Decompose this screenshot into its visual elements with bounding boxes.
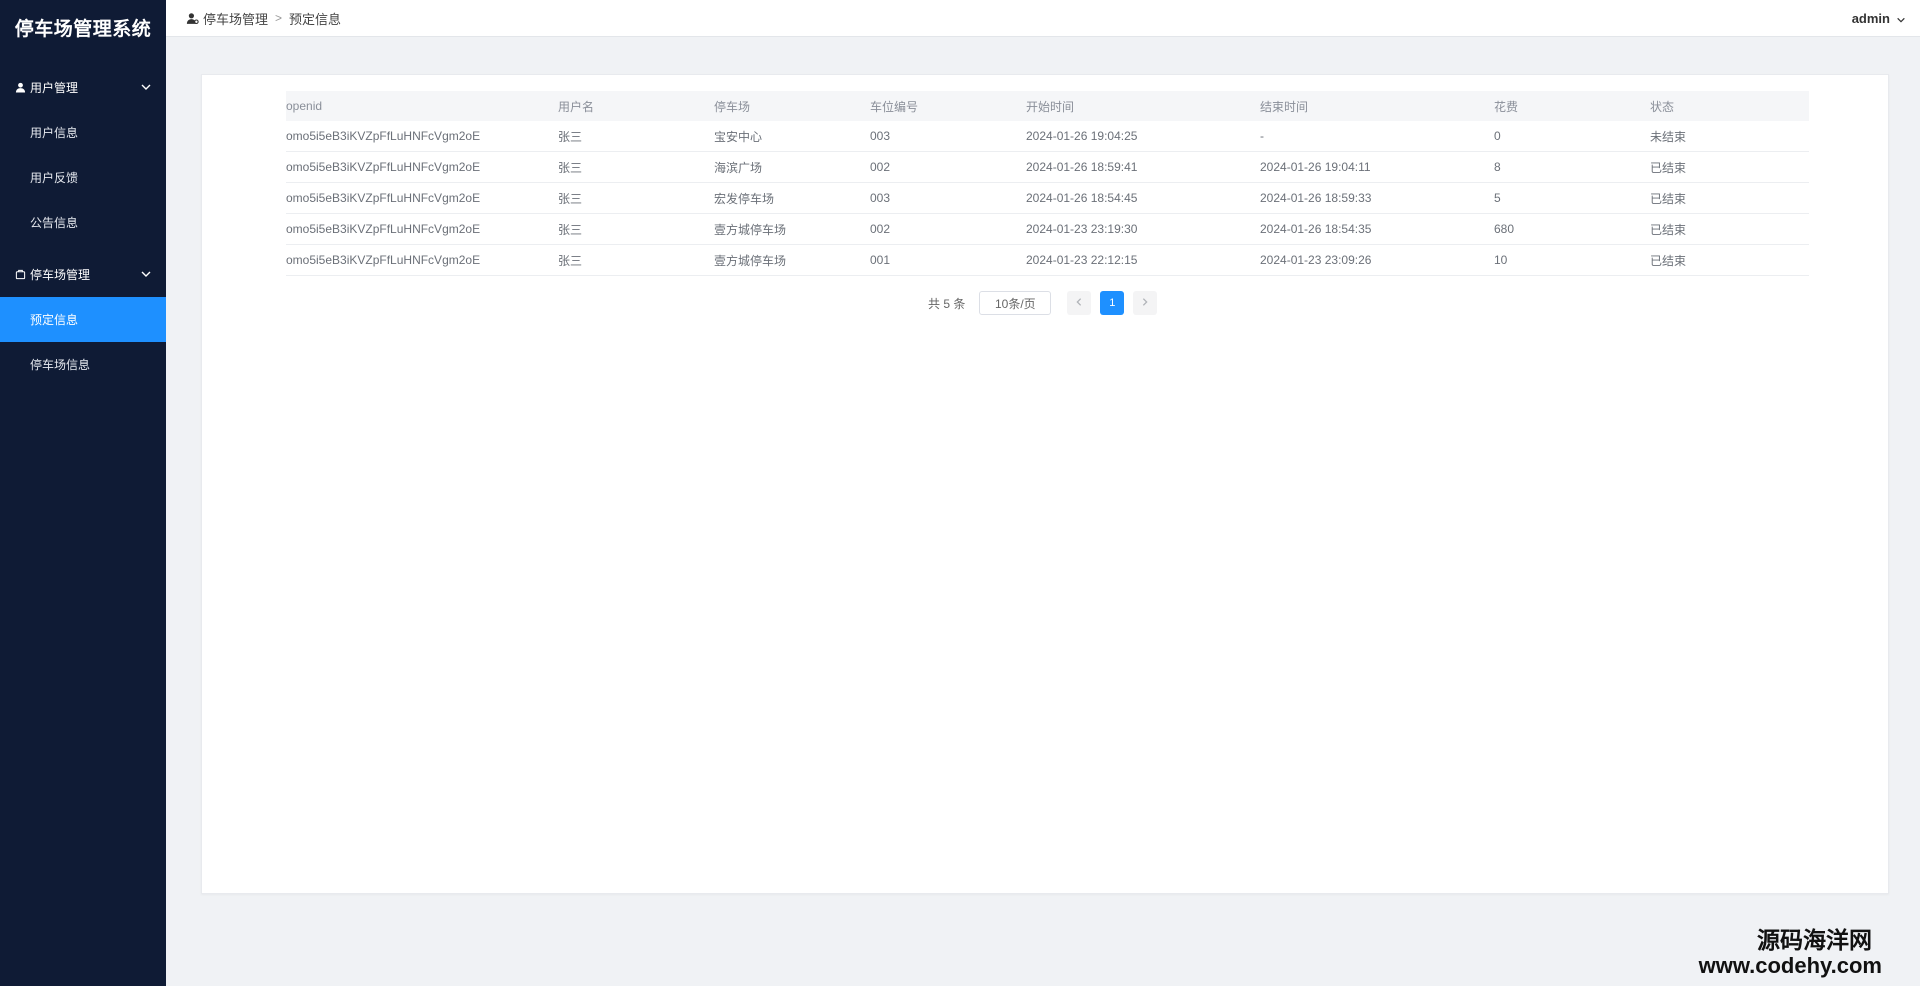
- cell-status: 未结束: [1650, 129, 1687, 144]
- cell-openid: omo5i5eB3iKVZpFfLuHNFcVgm2oE: [286, 222, 481, 236]
- cell-end-time: 2024-01-26 18:54:35: [1260, 222, 1372, 236]
- sidebar: 停车场管理系统 用户管理 用户信息 用户反馈 公告信息 停车场管理 预定信息 停…: [0, 0, 166, 986]
- breadcrumb-item-reservations: 预定信息: [289, 11, 342, 27]
- sidebar-item-user-info[interactable]: 用户信息: [0, 110, 166, 155]
- menu-group-user-management: 用户管理 用户信息 用户反馈 公告信息: [0, 64, 166, 245]
- parking-icon: [14, 268, 26, 280]
- cell-start-time: 2024-01-23 23:19:30: [1026, 222, 1138, 236]
- cell-parking-lot: 宝安中心: [714, 129, 763, 144]
- column-header-start-time: 开始时间: [1026, 99, 1075, 114]
- cell-status: 已结束: [1650, 160, 1687, 175]
- cell-start-time: 2024-01-26 18:54:45: [1026, 191, 1138, 205]
- table-row[interactable]: omo5i5eB3iKVZpFfLuHNFcVgm2oE 张三 壹方城停车场 0…: [286, 245, 1809, 276]
- cell-end-time: 2024-01-23 23:09:26: [1260, 253, 1372, 267]
- column-header-status: 状态: [1650, 99, 1675, 114]
- table-row[interactable]: omo5i5eB3iKVZpFfLuHNFcVgm2oE 张三 宏发停车场 00…: [286, 183, 1809, 214]
- page-size-select[interactable]: 10条/页: [979, 291, 1052, 315]
- pagination-total: 共 5 条: [928, 296, 966, 311]
- cell-cost: 5: [1494, 191, 1501, 205]
- chevron-down-icon: [140, 268, 152, 280]
- reservations-table: openid 用户名 停车场 车位编号 开始时间 结束时间 花费 状态 omo5…: [286, 91, 1809, 276]
- menu-group-header-user-management[interactable]: 用户管理: [0, 64, 166, 110]
- column-header-end-time: 结束时间: [1260, 99, 1309, 114]
- cell-space-number: 002: [870, 222, 891, 236]
- menu-group-header-parking-management[interactable]: 停车场管理: [0, 251, 166, 297]
- cell-username: 张三: [558, 160, 583, 175]
- sidebar-item-parking-lots[interactable]: 停车场信息: [0, 342, 166, 387]
- chevron-down-icon: [140, 81, 152, 93]
- table-row[interactable]: omo5i5eB3iKVZpFfLuHNFcVgm2oE 张三 海滨广场 002…: [286, 152, 1809, 183]
- top-header: 停车场管理 > 预定信息 admin: [166, 0, 1920, 37]
- column-header-space-number: 车位编号: [870, 99, 919, 114]
- username: admin: [1851, 10, 1890, 26]
- cell-start-time: 2024-01-26 18:59:41: [1026, 160, 1138, 174]
- user-icon: [14, 81, 26, 93]
- cell-username: 张三: [558, 222, 583, 237]
- next-page-button[interactable]: [1133, 291, 1158, 315]
- user-settings-icon: [186, 12, 199, 25]
- cell-openid: omo5i5eB3iKVZpFfLuHNFcVgm2oE: [286, 160, 481, 174]
- menu-group-label: 停车场管理: [30, 267, 91, 282]
- cell-username: 张三: [558, 129, 583, 144]
- cell-space-number: 001: [870, 253, 891, 267]
- cell-openid: omo5i5eB3iKVZpFfLuHNFcVgm2oE: [286, 191, 481, 205]
- pagination: 共 5 条 10条/页 1: [928, 291, 1166, 315]
- cell-status: 已结束: [1650, 222, 1687, 237]
- breadcrumb: 停车场管理 > 预定信息: [186, 9, 1852, 28]
- watermark-line2: www.codehy.com: [1698, 953, 1882, 978]
- watermark: 源码海洋网 www.codehy.com: [1699, 926, 1882, 978]
- content-card: openid 用户名 停车场 车位编号 开始时间 结束时间 花费 状态 omo5…: [201, 74, 1889, 894]
- sidebar-item-user-feedback[interactable]: 用户反馈: [0, 155, 166, 200]
- cell-start-time: 2024-01-26 19:04:25: [1026, 129, 1138, 143]
- cell-space-number: 002: [870, 160, 891, 174]
- chevron-right-icon: [1140, 296, 1150, 310]
- page-number-current[interactable]: 1: [1100, 291, 1125, 315]
- cell-end-time: 2024-01-26 18:59:33: [1260, 191, 1372, 205]
- cell-parking-lot: 壹方城停车场: [714, 222, 787, 237]
- column-header-openid: openid: [286, 99, 323, 113]
- breadcrumb-item-parking-management[interactable]: 停车场管理: [203, 9, 268, 28]
- cell-end-time: -: [1260, 129, 1264, 143]
- column-header-cost: 花费: [1494, 99, 1519, 114]
- sidebar-item-announcements[interactable]: 公告信息: [0, 200, 166, 245]
- app-title: 停车场管理系统: [14, 18, 152, 40]
- cell-status: 已结束: [1650, 191, 1687, 206]
- menu-group-label: 用户管理: [30, 80, 79, 95]
- watermark-line1: 源码海洋网: [1757, 927, 1872, 953]
- column-header-parking-lot: 停车场: [714, 99, 751, 114]
- column-header-username: 用户名: [558, 99, 595, 114]
- sidebar-item-reservations[interactable]: 预定信息: [0, 297, 166, 342]
- cell-cost: 680: [1494, 222, 1515, 236]
- cell-cost: 0: [1494, 129, 1501, 143]
- cell-openid: omo5i5eB3iKVZpFfLuHNFcVgm2oE: [286, 129, 481, 143]
- cell-space-number: 003: [870, 191, 891, 205]
- cell-openid: omo5i5eB3iKVZpFfLuHNFcVgm2oE: [286, 253, 481, 267]
- prev-page-button[interactable]: [1067, 291, 1092, 315]
- chevron-down-icon: [1896, 13, 1906, 23]
- cell-start-time: 2024-01-23 22:12:15: [1026, 253, 1138, 267]
- cell-username: 张三: [558, 253, 583, 268]
- cell-username: 张三: [558, 191, 583, 206]
- cell-status: 已结束: [1650, 253, 1687, 268]
- cell-space-number: 003: [870, 129, 891, 143]
- cell-parking-lot: 宏发停车场: [714, 191, 775, 206]
- cell-cost: 10: [1494, 253, 1508, 267]
- cell-end-time: 2024-01-26 19:04:11: [1260, 160, 1371, 174]
- cell-parking-lot: 壹方城停车场: [714, 253, 787, 268]
- chevron-right-icon: >: [275, 11, 283, 25]
- table-row[interactable]: omo5i5eB3iKVZpFfLuHNFcVgm2oE 张三 宝安中心 003…: [286, 121, 1809, 152]
- table-row[interactable]: omo5i5eB3iKVZpFfLuHNFcVgm2oE 张三 壹方城停车场 0…: [286, 214, 1809, 245]
- cell-parking-lot: 海滨广场: [714, 160, 763, 175]
- cell-cost: 8: [1494, 160, 1501, 174]
- menu-group-parking-management: 停车场管理 预定信息 停车场信息: [0, 251, 166, 387]
- table-header: openid 用户名 停车场 车位编号 开始时间 结束时间 花费 状态: [286, 91, 1809, 121]
- chevron-left-icon: [1074, 296, 1084, 310]
- user-menu[interactable]: admin: [1852, 11, 1906, 26]
